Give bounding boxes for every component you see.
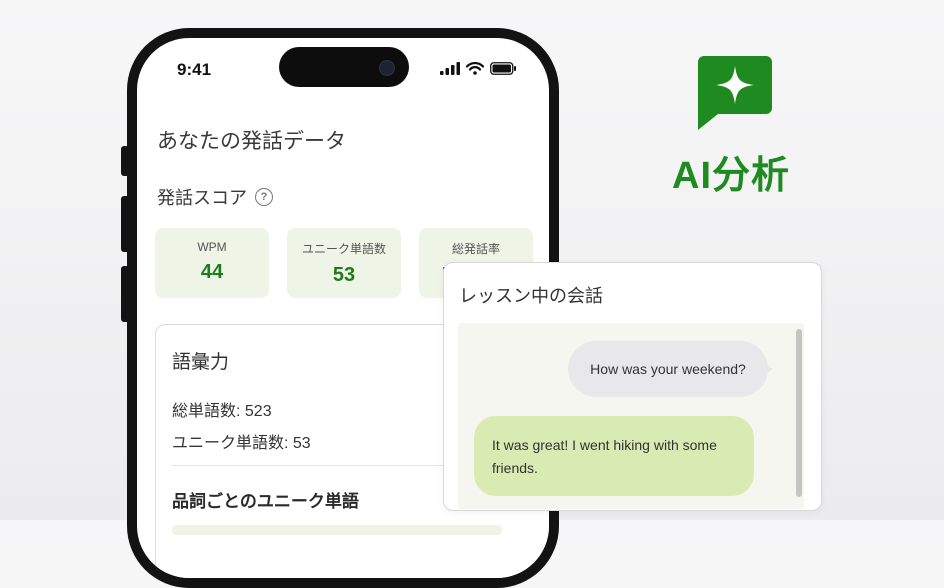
dynamic-island [279, 47, 409, 87]
pos-bar [172, 525, 502, 535]
chat-scrollbar[interactable] [796, 329, 802, 497]
score-section-title: 発話スコア [157, 188, 247, 208]
chat-bubble-student: It was great! I went hiking with some fr… [474, 416, 754, 496]
phone-volume-down [121, 266, 129, 322]
status-time: 9:41 [177, 60, 212, 79]
unique-words-text: ユニーク単語数: 53 [172, 435, 311, 452]
phone-volume-up [121, 196, 129, 252]
stat-value: 44 [200, 261, 224, 283]
signal-icon [440, 62, 460, 75]
page-title: あなたの発話データ [157, 130, 346, 153]
pos-unique-words-title: 品詞ごとのユニーク単語 [172, 492, 359, 511]
wifi-icon [466, 62, 484, 75]
vocabulary-title: 語彙力 [172, 352, 230, 373]
chat-bubble-tutor: How was your weekend? [568, 341, 768, 397]
chat-message-area[interactable]: How was your weekend? It was great! I we… [458, 323, 804, 509]
stat-card-unique-words: ユニーク単語数 53 [287, 228, 401, 298]
lesson-chat-panel: レッスン中の会話 How was your weekend? It was gr… [443, 262, 822, 511]
stat-label: ユニーク単語数 [301, 242, 386, 256]
stat-label: WPM [197, 240, 227, 254]
status-icons [440, 62, 517, 75]
battery-icon [490, 62, 516, 75]
camera-icon [379, 60, 395, 76]
chat-title: レッスン中の会話 [459, 286, 603, 306]
sparkle-chat-icon [696, 54, 774, 137]
stat-value: 53 [332, 264, 356, 286]
score-section-label: 発話スコア ? [157, 184, 273, 210]
help-icon[interactable]: ? [255, 188, 273, 206]
chat-bubble-tail [764, 363, 773, 375]
total-words-text: 総単語数: 523 [172, 403, 272, 420]
ai-analysis-label: AI分析 [672, 155, 791, 197]
stat-label: 総発話率 [451, 242, 500, 256]
phone-side-button [121, 146, 129, 176]
stat-card-wpm: WPM 44 [155, 228, 269, 298]
